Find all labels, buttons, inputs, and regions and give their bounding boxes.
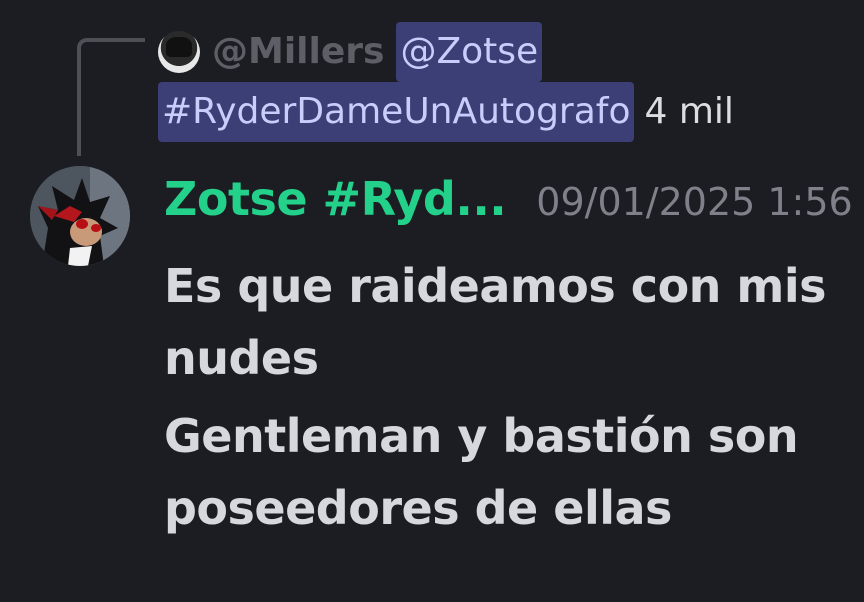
message-line: Es que raideamos con mis nudes: [164, 259, 827, 385]
user-avatar[interactable]: [30, 166, 130, 266]
message-header: Zotse #Ryd... 09/01/2025 1:56: [164, 172, 853, 242]
mention-channel-tag[interactable]: #RyderDameUnAutografo: [158, 82, 635, 142]
reply-preview[interactable]: @Millers @Zotse #RyderDameUnAutografo 4 …: [158, 22, 858, 142]
mention-zotse[interactable]: @Zotse: [396, 22, 543, 82]
message-line: Gentleman y bastión son poseedores de el…: [164, 409, 799, 535]
message-timestamp: 09/01/2025 1:56: [536, 180, 853, 224]
reply-preview-line: @Millers @Zotse: [158, 22, 858, 82]
reply-author[interactable]: @Millers: [212, 22, 384, 82]
username[interactable]: Zotse #Ryd...: [164, 172, 507, 226]
reply-avatar-icon[interactable]: [158, 31, 200, 73]
reply-preview-line-2: #RyderDameUnAutografo 4 mil: [158, 82, 858, 142]
reply-connector: [77, 38, 145, 156]
message-content: Es que raideamos con mis nudes Gentleman…: [164, 250, 844, 550]
hedgehog-avatar-icon: [30, 166, 130, 266]
chat-view: @Millers @Zotse #RyderDameUnAutografo 4 …: [0, 0, 864, 602]
reply-snippet-text: 4 mil: [644, 91, 734, 132]
